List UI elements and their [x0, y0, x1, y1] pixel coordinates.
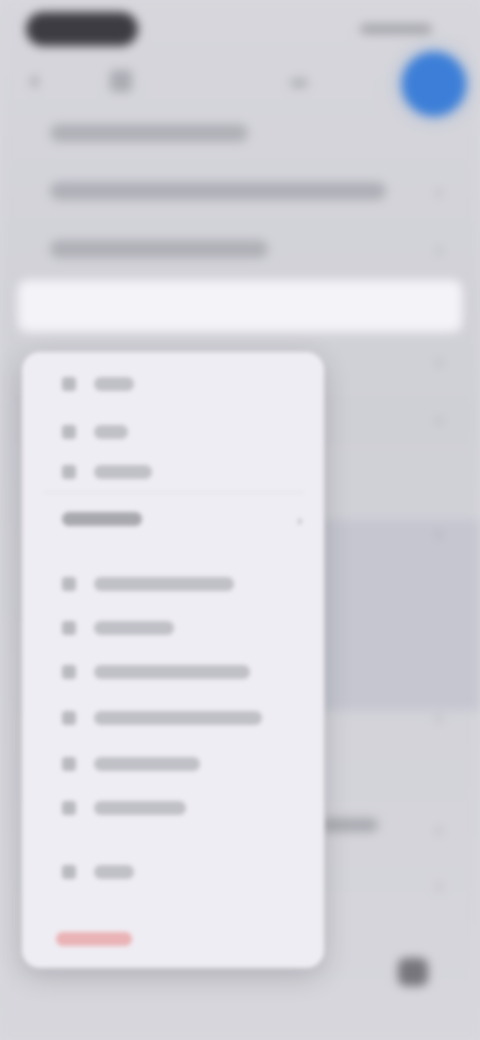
menu-item[interactable]	[62, 620, 174, 636]
square-icon	[62, 377, 76, 391]
menu-item[interactable]	[62, 576, 234, 592]
background-panel	[322, 520, 480, 710]
nav-square-icon[interactable]	[110, 70, 132, 92]
menu-item-label	[94, 757, 200, 771]
chevron-right-icon: ›	[436, 820, 442, 840]
destructive-menu-item[interactable]	[56, 932, 132, 946]
chevron-right-icon: ›	[436, 876, 442, 896]
menu-item-label	[94, 665, 250, 679]
nav-title	[160, 72, 255, 92]
chevron-right-icon: ›	[436, 240, 442, 260]
square-icon	[62, 865, 76, 879]
menu-item[interactable]	[62, 756, 200, 772]
menu-item[interactable]	[62, 800, 186, 816]
home-indicator-button[interactable]	[398, 958, 428, 986]
square-icon	[62, 465, 76, 479]
menu-item[interactable]	[62, 424, 128, 440]
chevron-right-icon: ›	[436, 524, 442, 544]
square-icon	[62, 665, 76, 679]
menu-section-header[interactable]: ›	[62, 512, 302, 528]
chevron-right-icon: ›	[436, 182, 442, 202]
square-icon	[62, 757, 76, 771]
nav-more-icon[interactable]	[290, 78, 308, 88]
menu-item-label	[94, 865, 134, 879]
square-icon	[62, 577, 76, 591]
menu-item-label	[94, 801, 186, 815]
menu-separator	[44, 492, 304, 493]
square-icon	[62, 801, 76, 815]
status-indicators	[360, 24, 432, 34]
avatar[interactable]	[402, 52, 466, 116]
menu-item-label	[94, 577, 234, 591]
square-icon	[62, 425, 76, 439]
background-text	[322, 818, 378, 832]
background-row[interactable]	[50, 124, 248, 142]
square-icon	[62, 711, 76, 725]
menu-item[interactable]	[62, 464, 152, 480]
chevron-right-icon: ›	[436, 352, 442, 372]
chevron-right-icon: ›	[436, 410, 442, 430]
highlighted-row[interactable]	[18, 280, 462, 332]
menu-item[interactable]	[62, 376, 134, 392]
menu-item-label	[94, 465, 152, 479]
menu-item-label	[94, 377, 134, 391]
context-menu-popover: ›	[22, 352, 324, 968]
chevron-right-icon: ›	[436, 708, 442, 728]
menu-item[interactable]	[62, 710, 262, 726]
square-icon	[62, 621, 76, 635]
menu-item-label	[94, 425, 128, 439]
menu-item[interactable]	[62, 664, 250, 680]
section-label	[62, 512, 142, 526]
menu-item[interactable]	[62, 864, 134, 880]
chevron-right-icon: ›	[297, 512, 302, 528]
status-bar-pill	[26, 12, 138, 46]
chevron-left-icon[interactable]: ‹	[30, 66, 56, 94]
menu-item-label	[94, 711, 262, 725]
menu-item-label	[94, 621, 174, 635]
background-row[interactable]	[50, 182, 386, 200]
background-row[interactable]	[50, 240, 268, 258]
